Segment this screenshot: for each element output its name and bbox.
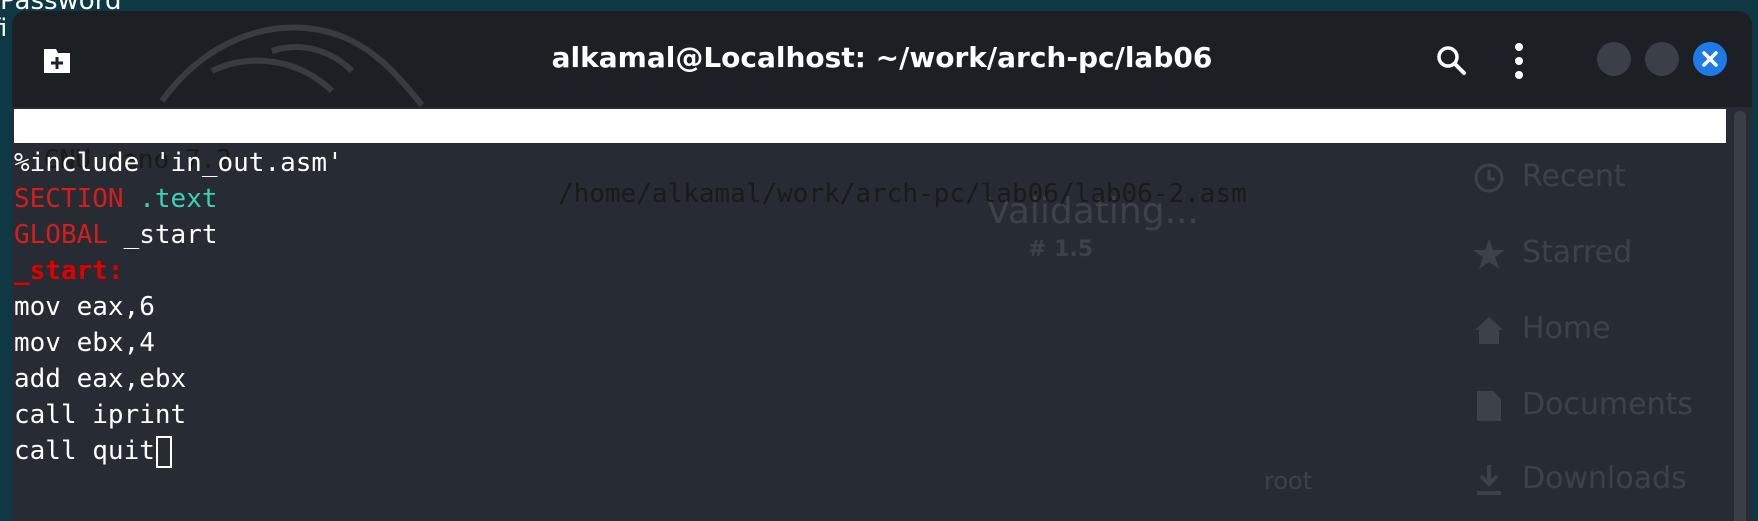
- code-line: call iprint: [14, 397, 1726, 433]
- code-line: mov eax,6: [14, 289, 1726, 325]
- close-button[interactable]: [1693, 42, 1727, 76]
- code-text: _start: [123, 220, 218, 250]
- code-text: mov ebx,4: [14, 328, 155, 358]
- terminal-window: alkamal@Localhost: ~/work/arch-pc/lab06 …: [12, 11, 1752, 521]
- code-line: GLOBAL _start: [14, 217, 1726, 253]
- code-line: mov ebx,4: [14, 325, 1726, 361]
- code-text: call iprint: [14, 400, 187, 430]
- search-icon[interactable]: [1434, 43, 1468, 77]
- background-partial-text: fi: [0, 14, 8, 42]
- code-line: call quit: [14, 433, 1726, 469]
- code-line: _start:: [14, 253, 1726, 289]
- code-keyword: SECTION: [14, 184, 124, 214]
- window-title: alkamal@Localhost: ~/work/arch-pc/lab06: [551, 41, 1213, 74]
- text-cursor: [155, 435, 172, 468]
- nano-header-bar: GNU nano 7.2 /home/alkamal/work/arch-pc/…: [14, 109, 1726, 209]
- code-text: add eax,ebx: [14, 364, 187, 394]
- code-text: call quit: [14, 436, 155, 466]
- code-line: add eax,ebx: [14, 361, 1726, 397]
- ghost-root-text: root: [1264, 467, 1313, 495]
- code-keyword: GLOBAL: [14, 220, 108, 250]
- code-text: %include 'in_out.asm': [14, 148, 343, 178]
- code-text: mov eax,6: [14, 292, 155, 322]
- editor-area[interactable]: %include 'in_out.asm' SECTION .text GLOB…: [14, 145, 1726, 469]
- code-label: _start:: [14, 256, 124, 286]
- close-icon: [1702, 51, 1718, 67]
- code-line: SECTION .text: [14, 181, 1726, 217]
- minimize-button[interactable]: [1597, 42, 1631, 76]
- scrollbar[interactable]: [1734, 111, 1746, 521]
- title-bar[interactable]: alkamal@Localhost: ~/work/arch-pc/lab06: [12, 11, 1752, 107]
- kebab-menu-icon[interactable]: [1512, 41, 1526, 81]
- code-directive: .text: [139, 184, 218, 214]
- maximize-button[interactable]: [1645, 42, 1679, 76]
- code-line: %include 'in_out.asm': [14, 145, 1726, 181]
